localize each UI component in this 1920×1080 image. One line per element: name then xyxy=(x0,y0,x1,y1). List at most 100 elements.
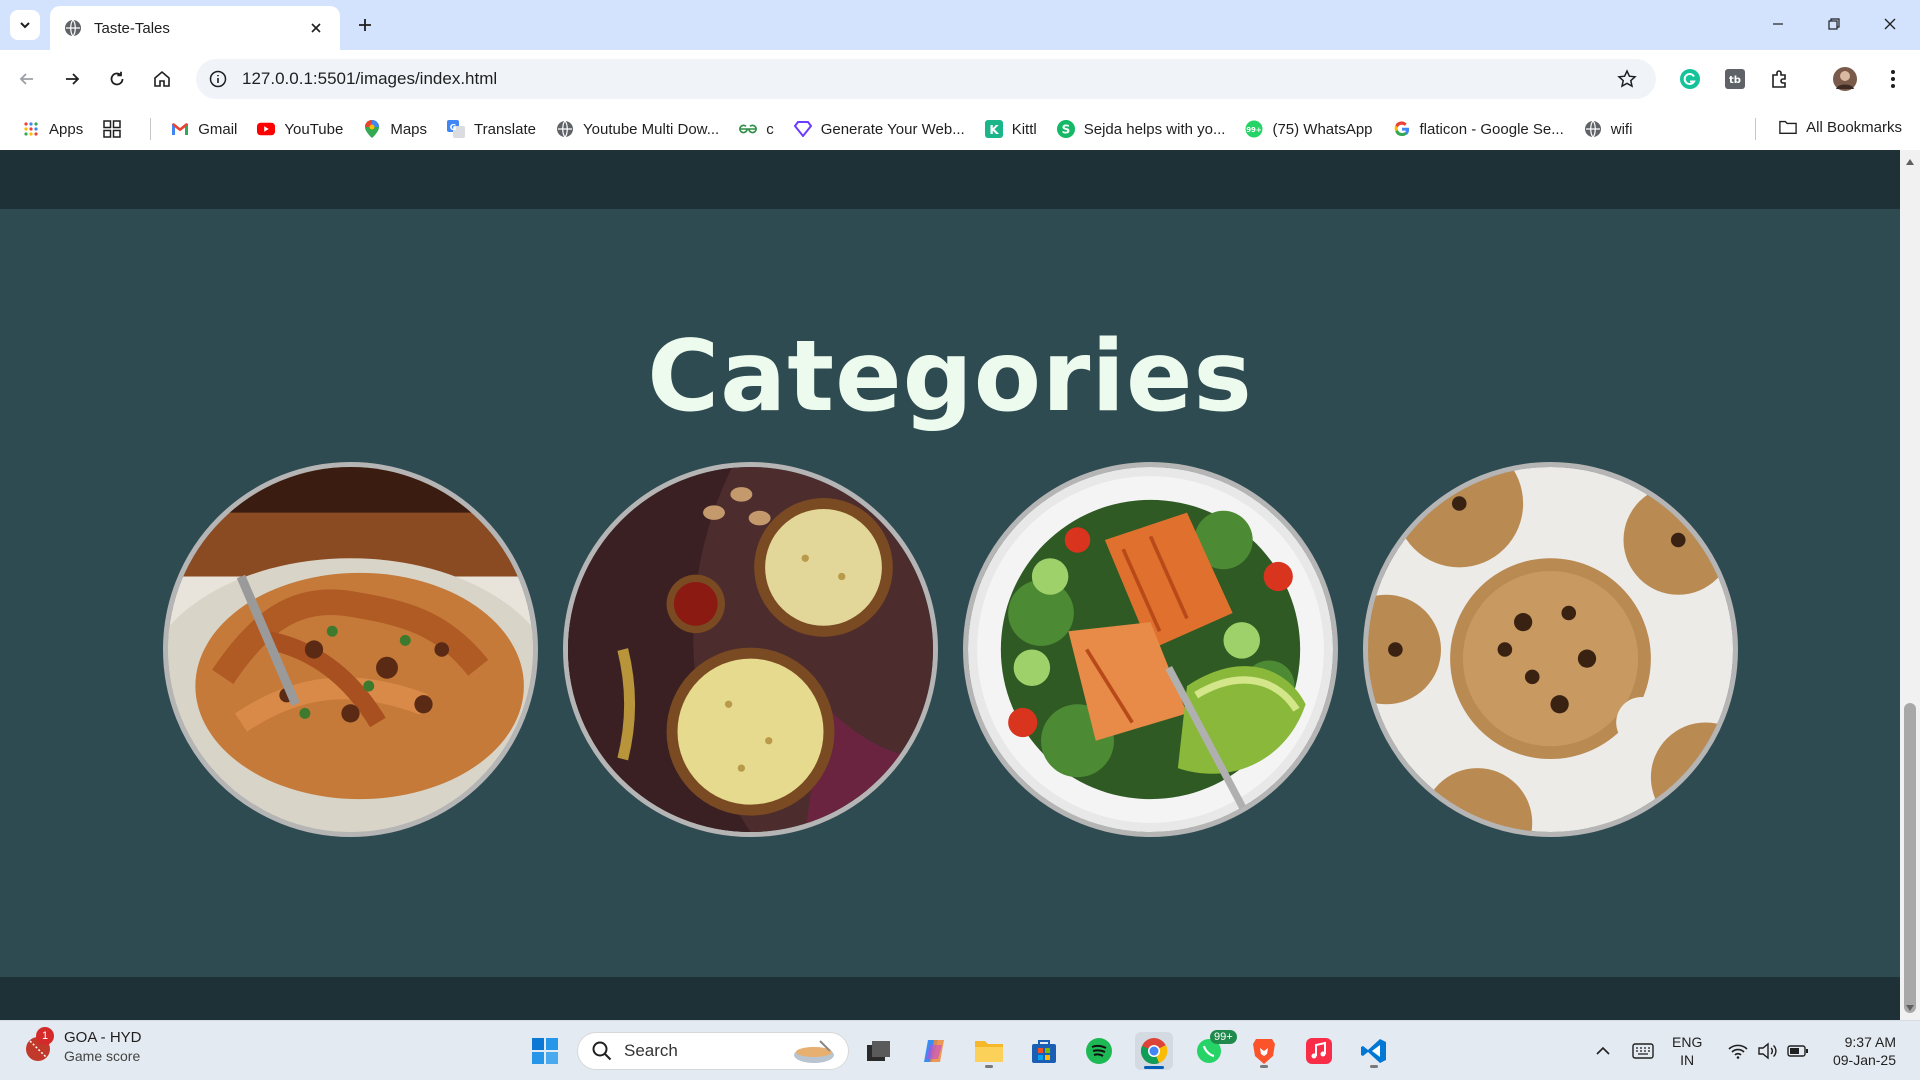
cricket-ball-icon: 1 xyxy=(22,1026,54,1063)
language-indicator[interactable]: ENG IN xyxy=(1672,1033,1702,1069)
bookmark-apps[interactable]: Apps xyxy=(22,120,83,138)
chrome-menu-button[interactable] xyxy=(1878,64,1908,94)
category-kheer[interactable] xyxy=(563,462,938,837)
scroll-up-arrow-icon[interactable] xyxy=(1904,156,1916,168)
bookmark-generate-web[interactable]: Generate Your Web... xyxy=(793,120,965,138)
svg-text:G: G xyxy=(450,123,457,132)
category-cookies[interactable] xyxy=(1363,462,1738,837)
page-scrollbar[interactable] xyxy=(1900,150,1920,1020)
system-clock[interactable]: 9:37 AM 09-Jan-25 xyxy=(1833,1033,1896,1069)
file-explorer-button[interactable] xyxy=(970,1032,1008,1070)
restore-button[interactable] xyxy=(1814,8,1854,40)
minimize-button[interactable] xyxy=(1758,8,1798,40)
kebab-menu-icon xyxy=(1891,70,1895,88)
close-icon[interactable] xyxy=(306,18,326,38)
folder-icon xyxy=(1779,118,1797,136)
microsoft-store-button[interactable] xyxy=(1025,1032,1063,1070)
back-button[interactable] xyxy=(10,62,44,96)
grammarly-icon xyxy=(1680,69,1700,89)
chevron-down-icon xyxy=(20,22,30,29)
widget-title: GOA - HYD xyxy=(64,1029,142,1046)
bookmark-sejda[interactable]: S Sejda helps with yo... xyxy=(1056,120,1225,138)
globe-icon xyxy=(556,120,574,138)
battery-status[interactable] xyxy=(1785,1032,1811,1070)
copilot-icon xyxy=(924,1040,944,1062)
bookmark-geeks[interactable]: c xyxy=(739,120,774,138)
show-hidden-icons-button[interactable] xyxy=(1588,1032,1618,1070)
grammarly-extension[interactable] xyxy=(1675,64,1705,94)
brave-lion-icon xyxy=(1253,1039,1275,1064)
scrollbar-thumb[interactable] xyxy=(1904,703,1916,1013)
bookmark-label: Generate Your Web... xyxy=(820,120,965,138)
vscode-button[interactable] xyxy=(1355,1032,1393,1070)
tab-taste-tales[interactable]: Taste-Tales xyxy=(50,6,340,50)
new-tab-button[interactable] xyxy=(352,12,378,38)
whatsapp-taskbar-button[interactable]: 99+ xyxy=(1190,1030,1237,1070)
windows-logo-icon xyxy=(532,1038,558,1064)
weather-sports-widget[interactable]: 1 GOA - HYD Game score xyxy=(22,1026,142,1064)
category-salmon-salad[interactable] xyxy=(963,462,1338,837)
bookmark-gmail[interactable]: Gmail xyxy=(171,120,237,138)
url-text[interactable]: 127.0.0.1:5501/images/index.html xyxy=(242,69,1612,89)
running-indicator xyxy=(1260,1065,1268,1068)
page-viewport: Categories xyxy=(0,150,1900,1020)
bookmark-flaticon[interactable]: flaticon - Google Se... xyxy=(1393,120,1564,138)
reload-icon xyxy=(110,71,124,86)
close-icon xyxy=(1884,18,1896,30)
puzzle-icon xyxy=(1772,70,1786,88)
category-pasta[interactable] xyxy=(163,462,538,837)
bookmark-label: Maps xyxy=(390,120,428,138)
bookmark-tab-groups[interactable] xyxy=(103,120,130,138)
task-view-button[interactable] xyxy=(860,1032,898,1070)
keyboard-button[interactable] xyxy=(1628,1032,1658,1070)
tb-extension-icon: tb xyxy=(1725,69,1745,89)
bookmark-youtube[interactable]: YouTube xyxy=(257,120,343,138)
globe-icon xyxy=(1584,120,1602,138)
brave-button[interactable] xyxy=(1245,1032,1283,1070)
reload-button[interactable] xyxy=(100,62,134,96)
chrome-icon xyxy=(1141,1038,1168,1064)
bookmarks-bar: Apps Gmail YouTube Maps G Translate Yout xyxy=(0,108,1920,150)
address-bar[interactable]: 127.0.0.1:5501/images/index.html xyxy=(196,59,1656,99)
spotify-icon xyxy=(1086,1038,1112,1064)
youtube-icon xyxy=(257,120,276,138)
avatar-icon xyxy=(1833,67,1857,91)
bookmark-youtube-multi[interactable]: Youtube Multi Dow... xyxy=(556,120,719,138)
wifi-status[interactable] xyxy=(1725,1032,1751,1070)
task-view-icon xyxy=(867,1041,890,1061)
search-highlight-bowl-icon xyxy=(794,1040,834,1063)
minimize-icon xyxy=(1773,23,1783,25)
chevron-up-icon xyxy=(1596,1046,1610,1055)
bookmark-label: Translate xyxy=(474,120,536,138)
close-window-button[interactable] xyxy=(1870,8,1910,40)
bookmark-separator xyxy=(150,118,152,140)
site-info-icon[interactable] xyxy=(206,67,230,91)
extensions-button[interactable] xyxy=(1765,64,1795,94)
bookmark-label: Apps xyxy=(49,120,84,138)
scroll-down-arrow-icon[interactable] xyxy=(1904,1002,1916,1014)
tb-extension[interactable]: tb xyxy=(1720,64,1750,94)
bookmark-whatsapp[interactable]: 99+ (75) WhatsApp xyxy=(1245,120,1373,138)
taskbar-search[interactable]: Search xyxy=(577,1032,849,1070)
spotify-button[interactable] xyxy=(1080,1032,1118,1070)
sejda-icon: S xyxy=(1056,120,1075,138)
bookmark-kittl[interactable]: K Kittl xyxy=(984,120,1037,138)
chrome-button[interactable] xyxy=(1135,1032,1173,1070)
bookmark-translate[interactable]: G Translate xyxy=(447,120,536,138)
bookmark-maps[interactable]: Maps xyxy=(363,120,427,138)
bookmark-wifi[interactable]: wifi xyxy=(1584,120,1632,138)
all-bookmarks-button[interactable]: All Bookmarks xyxy=(1779,118,1902,136)
widget-subtitle: Game score xyxy=(64,1048,141,1064)
home-button[interactable] xyxy=(145,62,179,96)
volume-status[interactable] xyxy=(1755,1032,1781,1070)
tab-search-button[interactable] xyxy=(10,10,40,40)
start-button[interactable] xyxy=(526,1032,564,1070)
bookmark-label: c xyxy=(766,120,774,138)
bookmark-star-icon[interactable] xyxy=(1612,64,1642,94)
apple-music-button[interactable] xyxy=(1300,1032,1338,1070)
profile-avatar[interactable] xyxy=(1830,64,1860,94)
home-icon xyxy=(154,70,170,87)
copilot-button[interactable] xyxy=(915,1032,953,1070)
forward-button[interactable] xyxy=(55,62,89,96)
maps-pin-icon xyxy=(363,120,381,138)
